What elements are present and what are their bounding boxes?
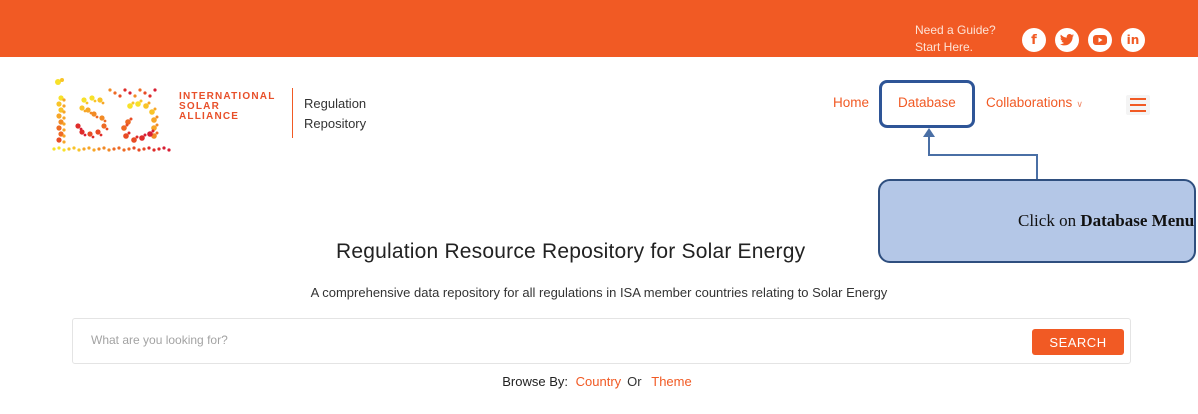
guide-link[interactable]: Need a Guide? Start Here.: [915, 22, 1015, 56]
search-button[interactable]: SEARCH: [1032, 329, 1124, 355]
header-divider: [292, 88, 293, 138]
page-subtitle: A comprehensive data repository for all …: [310, 285, 888, 300]
browse-country-link[interactable]: Country: [576, 374, 622, 389]
top-bar: [0, 0, 1198, 57]
isa-logo[interactable]: [50, 76, 175, 154]
callout-bold: Database Menu: [1080, 211, 1195, 230]
guide-line-2: Start Here.: [915, 40, 974, 54]
repository-name: Regulation Repository: [304, 94, 366, 134]
browse-label: Browse By:: [502, 374, 569, 389]
search-input[interactable]: [91, 333, 991, 347]
database-highlight-box: [879, 80, 975, 128]
nav-collaborations[interactable]: Collaborations ∨: [986, 95, 1083, 110]
browse-by: Browse By: Country Or Theme: [0, 374, 1198, 389]
linkedin-icon[interactable]: in: [1121, 28, 1145, 52]
alliance-name: INTERNATIONAL SOLAR ALLIANCE: [179, 92, 276, 122]
twitter-icon[interactable]: [1055, 28, 1079, 52]
chevron-down-icon: ∨: [1076, 99, 1083, 109]
repo-line-1: Regulation: [304, 96, 367, 111]
arrow-line: [1036, 154, 1038, 180]
page-title: Regulation Resource Repository for Solar…: [336, 240, 806, 263]
nav-home[interactable]: Home: [833, 95, 869, 110]
youtube-icon[interactable]: [1088, 28, 1112, 52]
arrow-line: [928, 154, 1038, 156]
callout-text: Click on Database Menu: [1018, 211, 1194, 231]
nav-collaborations-label: Collaborations: [986, 95, 1073, 110]
alliance-line-3: ALLIANCE: [179, 111, 240, 122]
browse-or: Or: [627, 374, 642, 389]
arrow-line: [928, 135, 930, 155]
guide-line-1: Need a Guide?: [915, 23, 996, 37]
browse-theme-link[interactable]: Theme: [651, 374, 691, 389]
callout-prefix: Click on: [1018, 211, 1081, 230]
facebook-icon[interactable]: f: [1022, 28, 1046, 52]
social-links: f in: [1022, 28, 1145, 52]
search-bar: SEARCH: [72, 318, 1131, 364]
repo-line-2: Repository: [304, 116, 367, 131]
hamburger-menu-icon[interactable]: [1126, 95, 1150, 115]
